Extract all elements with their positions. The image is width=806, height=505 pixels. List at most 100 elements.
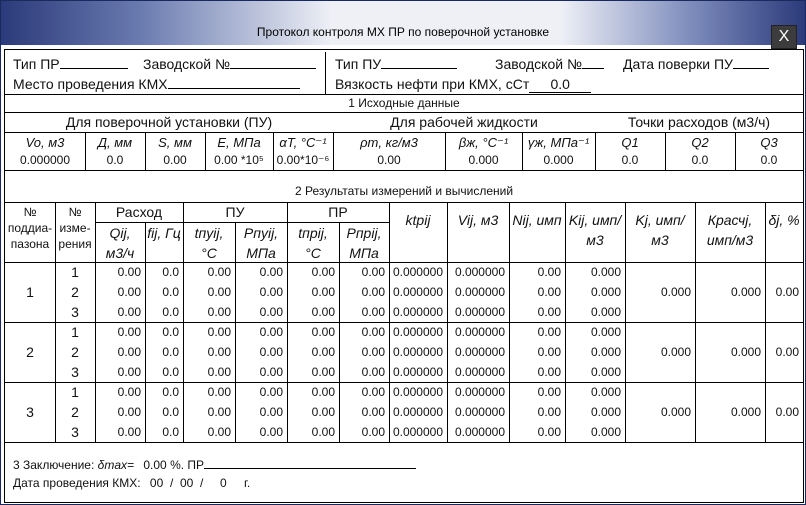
s2-cell-kj[interactable]: 0.000	[625, 285, 691, 299]
s2-cell-f[interactable]: 0.0	[145, 325, 179, 339]
s2-cell-ki[interactable]: 0.000	[565, 425, 621, 439]
s2-cell-krasc[interactable]: 0.000	[695, 345, 761, 359]
s2-cell-p2[interactable]: 0.00	[339, 305, 385, 319]
s2-cell-delta[interactable]: 0.00	[765, 405, 799, 419]
s2-cell-p1[interactable]: 0.00	[235, 405, 283, 419]
s2-cell-f[interactable]: 0.0	[145, 365, 179, 379]
s2-cell-v[interactable]: 0.000000	[447, 365, 505, 379]
s2-cell-k[interactable]: 0.000000	[389, 325, 443, 339]
s2-cell-ki[interactable]: 0.000	[565, 405, 621, 419]
s2-cell-n[interactable]: 0.00	[509, 285, 561, 299]
s2-cell-t2[interactable]: 0.00	[287, 325, 335, 339]
s2-cell-p1[interactable]: 0.00	[235, 285, 283, 299]
s1-val-q2[interactable]: 0.0	[665, 151, 735, 169]
s2-cell-q[interactable]: 0.00	[95, 405, 141, 419]
s1-val-vo[interactable]: 0.000000	[5, 151, 85, 169]
s2-cell-p2[interactable]: 0.00	[339, 285, 385, 299]
s2-cell-n[interactable]: 0.00	[509, 405, 561, 419]
s2-cell-p1[interactable]: 0.00	[235, 345, 283, 359]
s2-cell-p2[interactable]: 0.00	[339, 325, 385, 339]
s2-cell-ki[interactable]: 0.000	[565, 345, 621, 359]
s2-cell-k[interactable]: 0.000000	[389, 425, 443, 439]
s2-cell-v[interactable]: 0.000000	[447, 265, 505, 279]
s2-cell-f[interactable]: 0.0	[145, 345, 179, 359]
s2-cell-n[interactable]: 0.00	[509, 365, 561, 379]
s2-cell-t1[interactable]: 0.00	[183, 285, 231, 299]
s2-cell-krasc[interactable]: 0.000	[695, 285, 761, 299]
s2-cell-n[interactable]: 0.00	[509, 425, 561, 439]
s1-val-e[interactable]: 0.00 *10⁵	[205, 151, 273, 169]
s2-cell-p2[interactable]: 0.00	[339, 365, 385, 379]
s2-cell-t2[interactable]: 0.00	[287, 345, 335, 359]
s2-cell-q[interactable]: 0.00	[95, 365, 141, 379]
s2-cell-k[interactable]: 0.000000	[389, 265, 443, 279]
s2-cell-ki[interactable]: 0.000	[565, 305, 621, 319]
s2-cell-v[interactable]: 0.000000	[447, 345, 505, 359]
s2-cell-krasc[interactable]: 0.000	[695, 405, 761, 419]
s2-cell-v[interactable]: 0.000000	[447, 285, 505, 299]
s1-val-q1[interactable]: 0.0	[595, 151, 665, 169]
s2-cell-kj[interactable]: 0.000	[625, 345, 691, 359]
s2-cell-t2[interactable]: 0.00	[287, 265, 335, 279]
s1-val-beta[interactable]: 0.000	[445, 151, 522, 169]
s2-cell-p1[interactable]: 0.00	[235, 365, 283, 379]
s2-cell-delta[interactable]: 0.00	[765, 345, 799, 359]
s2-cell-f[interactable]: 0.0	[145, 305, 179, 319]
s2-cell-p1[interactable]: 0.00	[235, 305, 283, 319]
s2-cell-p2[interactable]: 0.00	[339, 385, 385, 399]
s2-cell-p2[interactable]: 0.00	[339, 405, 385, 419]
s2-cell-t2[interactable]: 0.00	[287, 365, 335, 379]
s2-cell-p2[interactable]: 0.00	[339, 345, 385, 359]
s2-cell-q[interactable]: 0.00	[95, 345, 141, 359]
s2-cell-p2[interactable]: 0.00	[339, 265, 385, 279]
s2-cell-n[interactable]: 0.00	[509, 305, 561, 319]
s2-cell-t2[interactable]: 0.00	[287, 305, 335, 319]
s1-val-at[interactable]: 0.00*10⁻⁶	[273, 151, 333, 169]
s2-cell-q[interactable]: 0.00	[95, 385, 141, 399]
s2-cell-f[interactable]: 0.0	[145, 405, 179, 419]
s2-cell-p2[interactable]: 0.00	[339, 425, 385, 439]
s2-cell-v[interactable]: 0.000000	[447, 425, 505, 439]
s1-val-s[interactable]: 0.00	[145, 151, 205, 169]
s2-cell-t2[interactable]: 0.00	[287, 385, 335, 399]
s1-val-rho[interactable]: 0.00	[333, 151, 445, 169]
s2-cell-v[interactable]: 0.000000	[447, 305, 505, 319]
s2-cell-f[interactable]: 0.0	[145, 285, 179, 299]
s2-cell-t1[interactable]: 0.00	[183, 305, 231, 319]
s2-cell-v[interactable]: 0.000000	[447, 325, 505, 339]
s2-cell-t1[interactable]: 0.00	[183, 265, 231, 279]
s2-cell-p1[interactable]: 0.00	[235, 325, 283, 339]
s2-cell-delta[interactable]: 0.00	[765, 285, 799, 299]
s2-cell-p1[interactable]: 0.00	[235, 385, 283, 399]
s2-cell-q[interactable]: 0.00	[95, 325, 141, 339]
s2-cell-ki[interactable]: 0.000	[565, 285, 621, 299]
s2-cell-t2[interactable]: 0.00	[287, 425, 335, 439]
s2-cell-k[interactable]: 0.000000	[389, 405, 443, 419]
close-button[interactable]: X	[771, 25, 797, 49]
s2-cell-k[interactable]: 0.000000	[389, 345, 443, 359]
s2-cell-t2[interactable]: 0.00	[287, 285, 335, 299]
s1-val-d[interactable]: 0.0	[85, 151, 145, 169]
s2-cell-f[interactable]: 0.0	[145, 265, 179, 279]
s2-cell-t1[interactable]: 0.00	[183, 345, 231, 359]
s2-cell-p1[interactable]: 0.00	[235, 265, 283, 279]
s2-cell-t1[interactable]: 0.00	[183, 385, 231, 399]
s2-cell-ki[interactable]: 0.000	[565, 365, 621, 379]
s2-cell-v[interactable]: 0.000000	[447, 405, 505, 419]
s2-cell-f[interactable]: 0.0	[145, 425, 179, 439]
s1-val-q3[interactable]: 0.0	[735, 151, 803, 169]
s2-cell-f[interactable]: 0.0	[145, 385, 179, 399]
s2-cell-kj[interactable]: 0.000	[625, 405, 691, 419]
s2-cell-ki[interactable]: 0.000	[565, 385, 621, 399]
s2-cell-t1[interactable]: 0.00	[183, 365, 231, 379]
s2-cell-n[interactable]: 0.00	[509, 345, 561, 359]
s2-cell-t2[interactable]: 0.00	[287, 405, 335, 419]
s2-cell-t1[interactable]: 0.00	[183, 325, 231, 339]
s2-cell-p1[interactable]: 0.00	[235, 425, 283, 439]
s2-cell-q[interactable]: 0.00	[95, 265, 141, 279]
s2-cell-q[interactable]: 0.00	[95, 285, 141, 299]
s2-cell-k[interactable]: 0.000000	[389, 365, 443, 379]
s2-cell-t1[interactable]: 0.00	[183, 425, 231, 439]
s2-cell-v[interactable]: 0.000000	[447, 385, 505, 399]
s2-cell-n[interactable]: 0.00	[509, 385, 561, 399]
